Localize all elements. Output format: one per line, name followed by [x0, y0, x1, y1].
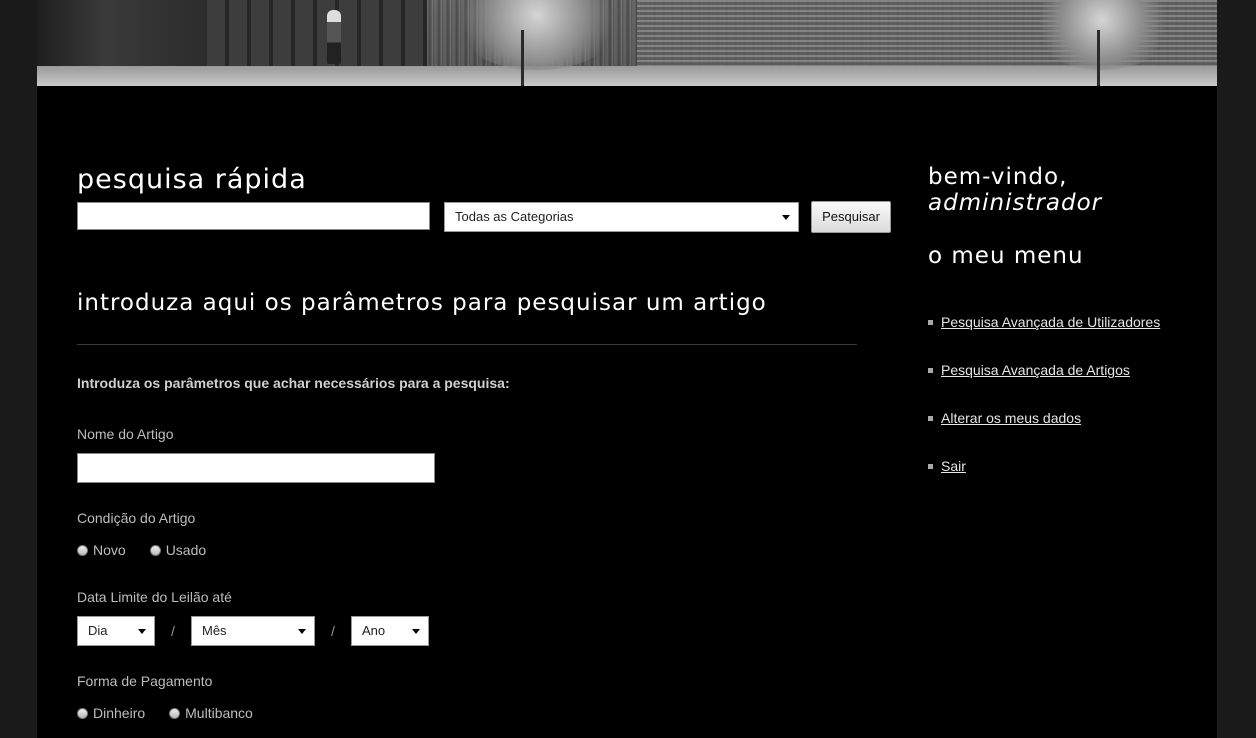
- day-select-value: Dia: [88, 623, 108, 638]
- month-select-value: Mês: [202, 623, 227, 638]
- banner-tree: [447, 0, 627, 70]
- search-button[interactable]: Pesquisar: [811, 201, 891, 233]
- menu-link[interactable]: Sair: [941, 458, 966, 474]
- radio-label: Multibanco: [185, 705, 253, 721]
- bullet-icon: [928, 367, 933, 373]
- quick-search-input[interactable]: [77, 202, 430, 230]
- menu-item-edit-my-data: Alterar os meus dados: [928, 394, 1160, 442]
- category-select-value: Todas as Categorias: [455, 209, 574, 224]
- bullet-icon: [928, 415, 933, 421]
- condition-option-usado[interactable]: Usado: [149, 542, 207, 558]
- right-margin: [1217, 86, 1256, 738]
- article-search-title: introduza aqui os parâmetros para pesqui…: [77, 290, 767, 316]
- month-select[interactable]: Mês: [191, 616, 315, 646]
- radio-button[interactable]: [77, 544, 88, 556]
- user-menu: Pesquisa Avançada de Utilizadores Pesqui…: [928, 298, 1160, 490]
- welcome-text: bem-vindo,: [928, 164, 1068, 190]
- article-name-label: Nome do Artigo: [77, 426, 174, 442]
- condition-radio-group: Novo Usado: [77, 542, 230, 558]
- year-select[interactable]: Ano: [351, 616, 429, 646]
- deadline-label: Data Limite do Leilão até: [77, 589, 232, 605]
- payment-radio-group: Dinheiro Multibanco: [77, 705, 277, 721]
- banner-tree-trunk: [1097, 30, 1100, 86]
- menu-item-advanced-user-search: Pesquisa Avançada de Utilizadores: [928, 298, 1160, 346]
- chevron-down-icon: [298, 629, 306, 634]
- banner-tree-trunk: [521, 30, 524, 86]
- username: administrador: [928, 190, 1103, 216]
- date-separator: /: [331, 623, 335, 639]
- radio-label: Novo: [93, 542, 126, 558]
- payment-label: Forma de Pagamento: [77, 673, 213, 689]
- radio-label: Usado: [165, 542, 207, 558]
- main-content: pesquisa rápida Todas as Categorias Pesq…: [37, 86, 1217, 738]
- banner-ground: [37, 66, 1217, 86]
- radio-label: Dinheiro: [93, 705, 146, 721]
- condition-label: Condição do Artigo: [77, 510, 196, 526]
- chevron-down-icon: [412, 629, 420, 634]
- radio-button[interactable]: [169, 707, 181, 719]
- condition-option-novo[interactable]: Novo: [77, 542, 126, 558]
- category-select[interactable]: Todas as Categorias: [444, 202, 799, 232]
- left-margin: [0, 86, 37, 738]
- bullet-icon: [928, 463, 933, 469]
- menu-item-advanced-article-search: Pesquisa Avançada de Artigos: [928, 346, 1160, 394]
- divider: [77, 344, 857, 345]
- header-banner-image: [37, 0, 1217, 86]
- menu-title: o meu menu: [928, 243, 1084, 269]
- bullet-icon: [928, 319, 933, 325]
- radio-button[interactable]: [149, 544, 161, 556]
- chevron-down-icon: [782, 215, 790, 220]
- banner-building-wall: [207, 0, 427, 70]
- radio-button[interactable]: [77, 707, 88, 719]
- day-select[interactable]: Dia: [77, 616, 155, 646]
- article-name-input[interactable]: [77, 453, 435, 483]
- menu-link[interactable]: Alterar os meus dados: [941, 410, 1081, 426]
- welcome-heading: bem-vindo, administrador: [928, 164, 1102, 216]
- banner-person: [327, 10, 341, 64]
- date-separator: /: [171, 623, 175, 639]
- year-select-value: Ano: [362, 623, 386, 638]
- payment-option-dinheiro[interactable]: Dinheiro: [77, 705, 145, 721]
- menu-item-logout: Sair: [928, 442, 1160, 490]
- chevron-down-icon: [138, 629, 146, 634]
- menu-link[interactable]: Pesquisa Avançada de Artigos: [941, 362, 1130, 378]
- menu-link[interactable]: Pesquisa Avançada de Utilizadores: [941, 314, 1160, 330]
- payment-option-multibanco[interactable]: Multibanco: [169, 705, 253, 721]
- search-intro-text: Introduza os parâmetros que achar necess…: [77, 375, 510, 391]
- quick-search-title: pesquisa rápida: [77, 164, 307, 195]
